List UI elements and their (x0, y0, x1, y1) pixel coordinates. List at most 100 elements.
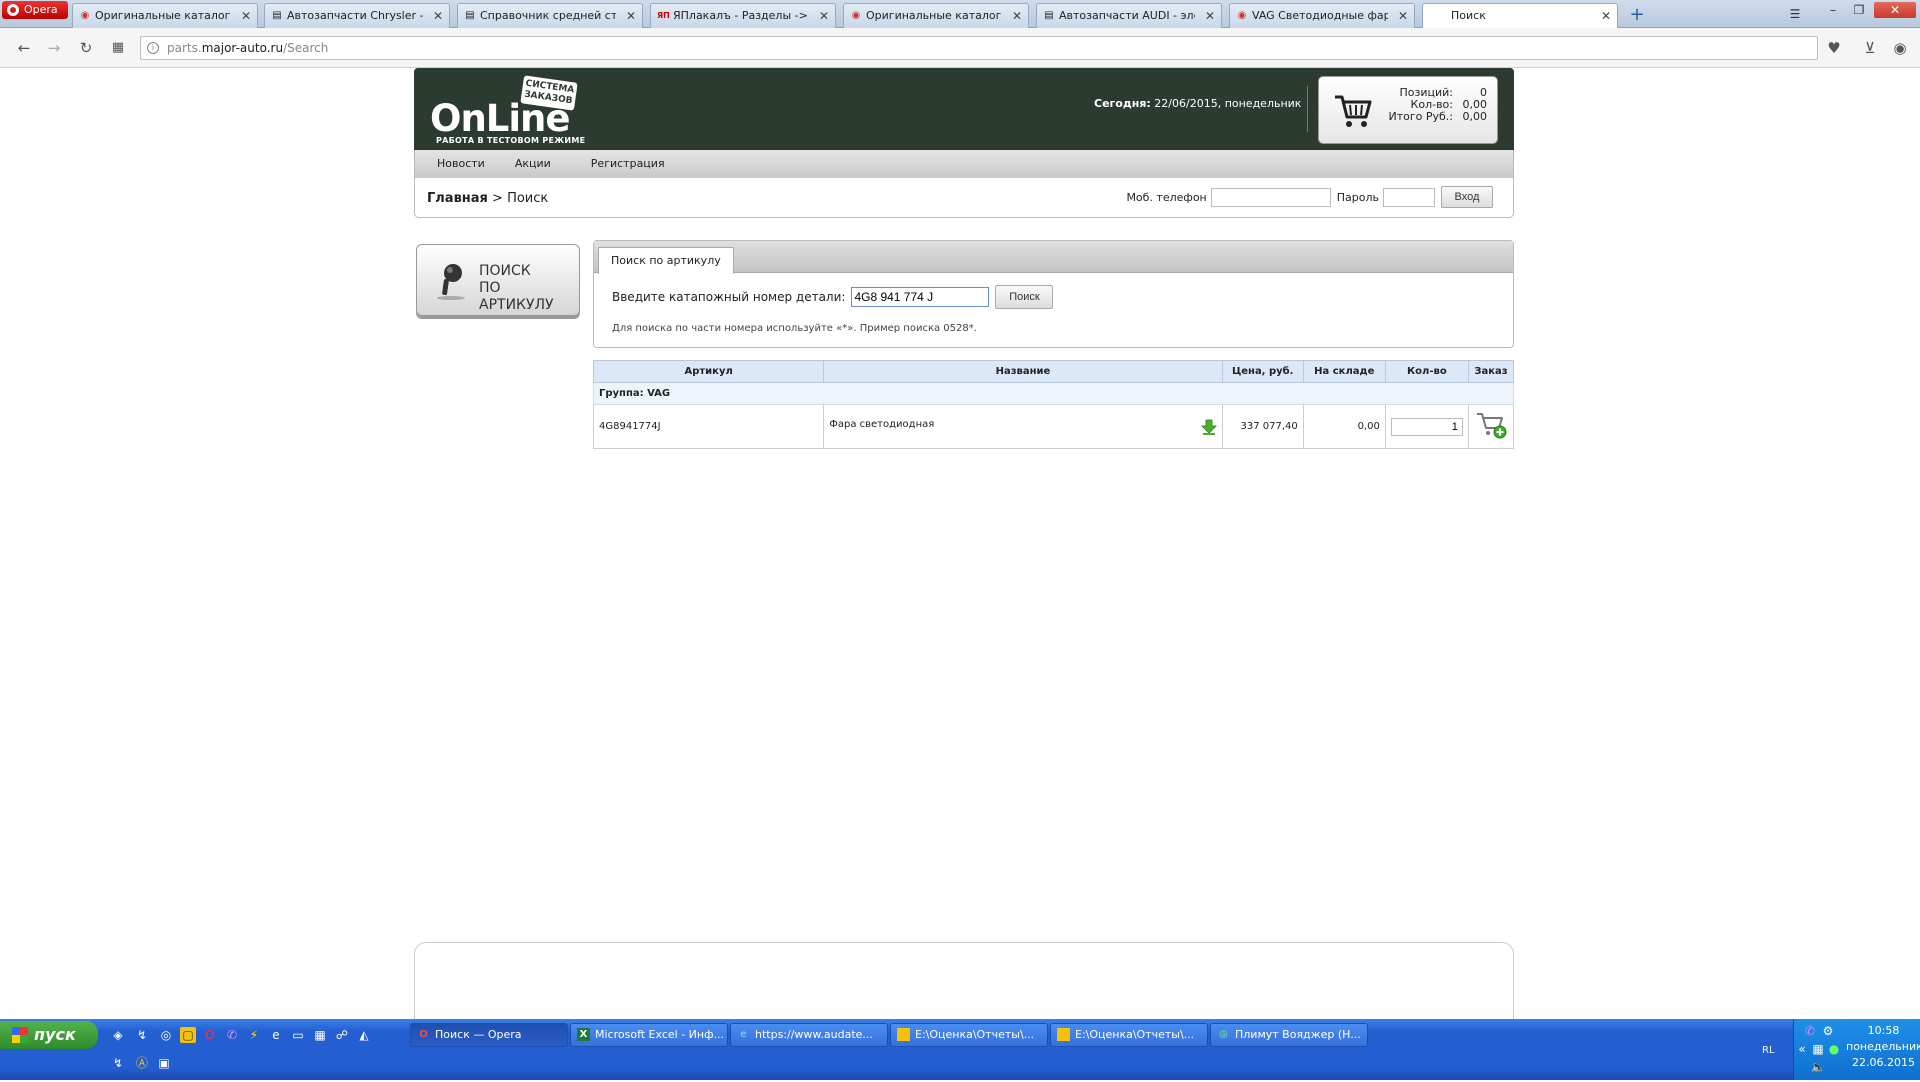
browser-tab[interactable]: ▤ Автозапчасти Chrysler - эле ✕ (264, 3, 450, 28)
back-arrow-icon[interactable]: ← (14, 38, 34, 58)
address-toolbar: ← → ↻ ▦ i parts.major-auto.ru/Search ♥ ⊻… (0, 28, 1920, 68)
url-path: /Search (283, 41, 329, 55)
cart-summary[interactable]: Позиций: 0 Кол-во: 0,00 Итого Руб.: 0,00 (1318, 76, 1498, 144)
magnifier-icon (437, 264, 465, 300)
quicklaunch-network-icon[interactable]: ☍ (334, 1027, 350, 1043)
taskbar-button-folder[interactable]: E:\Оценка\Отчеты\... (1050, 1023, 1208, 1047)
menu-register-link[interactable]: Регистрация (591, 150, 665, 178)
close-tab-icon[interactable]: ✕ (1012, 4, 1022, 28)
taskbar-button-ie[interactable]: e https://www.audate... (730, 1023, 888, 1047)
download-arrow-icon[interactable] (1200, 419, 1217, 435)
browser-tab-bar: Opera ◉ Оригинальные каталоги | а ✕ ▤ Ав… (0, 0, 1920, 28)
speed-dial-icon[interactable]: ▦ (108, 38, 128, 58)
quicklaunch-chrome-icon[interactable]: ◎ (158, 1027, 174, 1043)
reload-icon[interactable]: ↻ (76, 38, 96, 58)
browser-tab[interactable]: ◉ Оригинальные каталоги | а ✕ (843, 3, 1029, 28)
close-tab-icon[interactable]: ✕ (241, 4, 251, 28)
quantity-input[interactable] (1390, 417, 1463, 436)
url-prefix: parts. (167, 41, 202, 55)
quicklaunch-flash-icon[interactable]: ⚡ (246, 1027, 262, 1043)
login-button[interactable]: Вход (1441, 186, 1493, 208)
quicklaunch-window-icon[interactable]: ▭ (290, 1027, 306, 1043)
quicklaunch-folder-icon[interactable]: ▢ (180, 1027, 196, 1043)
tray-back-icon[interactable]: « (1794, 1041, 1810, 1057)
col-name-header[interactable]: Название (823, 360, 1223, 383)
quicklaunch-app-icon[interactable]: ↯ (134, 1027, 150, 1043)
menu-news-link[interactable]: Новости (437, 150, 485, 178)
close-tab-icon[interactable]: ✕ (433, 4, 443, 28)
breadcrumb: Главная > Поиск (427, 191, 548, 206)
breadcrumb-bar: Главная > Поиск Моб. телефон Пароль Вход (414, 178, 1514, 218)
close-window-button[interactable]: ✕ (1874, 2, 1916, 18)
taskbar-button-chrome[interactable]: ◎ Плимут Вояджер (Н... (1210, 1023, 1368, 1047)
forward-arrow-icon[interactable]: → (44, 38, 64, 58)
tray-app-icon[interactable]: ⚙ (1820, 1023, 1836, 1039)
tray-viber-icon[interactable]: ✆ (1802, 1023, 1818, 1039)
globe-icon: ◉ (851, 10, 861, 21)
browser-tab[interactable]: ◉ VAG Светодиодные фары ✕ (1229, 3, 1415, 28)
quicklaunch-viber-icon[interactable]: ✆ (224, 1027, 240, 1043)
site-info-icon[interactable]: i (147, 42, 159, 54)
password-input[interactable] (1383, 187, 1435, 207)
close-tab-icon[interactable]: ✕ (1601, 4, 1611, 28)
tab-title: VAG Светодиодные фары (1252, 9, 1388, 22)
taskbar-button-opera[interactable]: O Поиск — Opera (410, 1023, 568, 1047)
close-tab-icon[interactable]: ✕ (1205, 4, 1215, 28)
quicklaunch-media-icon[interactable]: ◭ (356, 1027, 372, 1043)
taskbar-button-excel[interactable]: X Microsoft Excel - Инф... (570, 1023, 728, 1047)
language-indicator[interactable]: RL (1762, 1045, 1775, 1056)
address-field[interactable]: i parts.major-auto.ru/Search (140, 36, 1818, 60)
quicklaunch-desktop-icon[interactable]: ▣ (156, 1055, 172, 1071)
browser-tab[interactable]: ▤ Автозапчасти AUDI - элект ✕ (1036, 3, 1222, 28)
col-article-header[interactable]: Артикул (592, 360, 825, 383)
tab-title: Автозапчасти Chrysler - эле (287, 9, 423, 22)
download-icon[interactable]: ⊻ (1860, 38, 1880, 58)
start-button[interactable]: пуск (0, 1021, 98, 1049)
browser-tab-active[interactable]: Поиск ✕ (1422, 3, 1618, 28)
tray-network-icon[interactable]: ▦ (1810, 1041, 1826, 1057)
close-tab-icon[interactable]: ✕ (819, 4, 829, 28)
close-tab-icon[interactable]: ✕ (1398, 4, 1408, 28)
url-host: major-auto.ru (201, 41, 284, 55)
tray-status-icon[interactable]: ● (1826, 1041, 1842, 1057)
search-button[interactable]: Поиск (995, 285, 1054, 309)
col-stock-header[interactable]: На складе (1302, 360, 1386, 383)
new-tab-button[interactable]: + (1626, 4, 1648, 26)
col-price-header[interactable]: Цена, руб. (1221, 360, 1304, 383)
breadcrumb-home-link[interactable]: Главная (427, 191, 488, 206)
quicklaunch-ie-icon[interactable]: e (268, 1027, 284, 1043)
tray-volume-icon[interactable]: 🔈 (1810, 1059, 1826, 1075)
article-search-input[interactable] (851, 287, 990, 307)
account-icon[interactable]: ◉ (1890, 38, 1910, 58)
tab-search-by-article[interactable]: Поиск по артикулу (598, 247, 734, 274)
opera-menu-button[interactable]: Opera (2, 1, 68, 19)
close-tab-icon[interactable]: ✕ (626, 4, 636, 28)
chrome-icon: ◎ (1219, 1029, 1228, 1040)
taskbar-button-folder[interactable]: E:\Оценка\Отчеты\... (890, 1023, 1048, 1047)
search-by-article-button[interactable]: ПОИСК ПО АРТИКУЛУ (416, 244, 580, 316)
quicklaunch-calc-icon[interactable]: ▦ (312, 1027, 328, 1043)
search-panel-tabs: Поиск по артикулу (594, 241, 1513, 274)
quicklaunch-app2-icon[interactable]: ↯ (110, 1055, 126, 1071)
quicklaunch-opera-icon[interactable]: O (202, 1027, 218, 1043)
tab-menu-icon[interactable]: ☰ (1784, 6, 1806, 22)
tray-clock[interactable]: 10:58 понедельник 22.06.2015 (1846, 1023, 1920, 1071)
browser-tab[interactable]: ▤ Справочник средней стоим ✕ (457, 3, 643, 28)
bookmark-heart-icon[interactable]: ♥ (1824, 38, 1844, 58)
phone-input[interactable] (1210, 187, 1331, 207)
search-by-article-line2: ПО АРТИКУЛУ (479, 280, 554, 313)
cell-name: Фара светодиодная (823, 404, 1223, 449)
taskbar-button-label: Плимут Вояджер (Н... (1235, 1028, 1361, 1041)
menu-promos-link[interactable]: Акции (515, 150, 551, 178)
header-divider (1307, 86, 1308, 132)
restore-button[interactable]: ❐ (1848, 2, 1870, 18)
browser-tab[interactable]: ЯП ЯПлакалъ - Разделы -> Цит ✕ (650, 3, 836, 28)
tab-title: Поиск (1451, 9, 1486, 22)
add-to-cart-icon[interactable] (1475, 410, 1507, 440)
search-row: Введите катапожный номер детали: Поиск (612, 285, 1054, 309)
cart-total-value: 0,00 (1462, 110, 1488, 123)
minimize-button[interactable]: – (1822, 2, 1844, 18)
quicklaunch-torrent-icon[interactable]: ◈ (110, 1027, 126, 1043)
quicklaunch-avast-icon[interactable]: Ⓐ (134, 1055, 150, 1071)
browser-tab[interactable]: ◉ Оригинальные каталоги | а ✕ (72, 3, 258, 28)
